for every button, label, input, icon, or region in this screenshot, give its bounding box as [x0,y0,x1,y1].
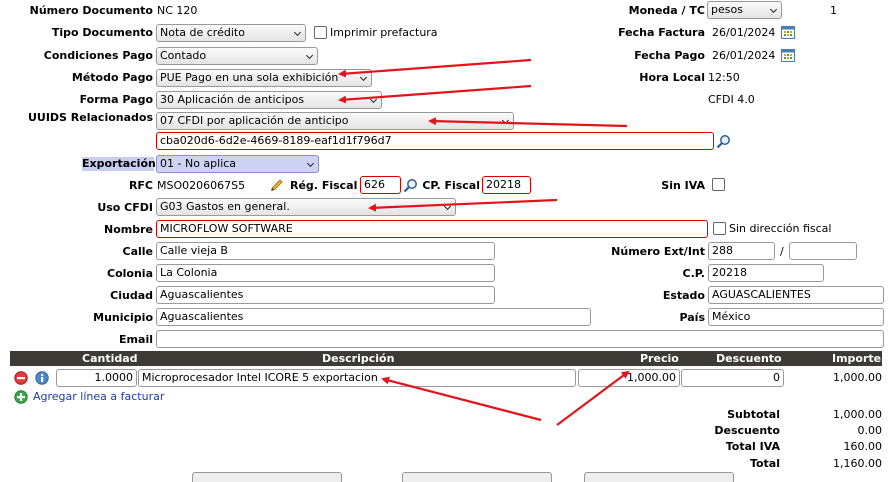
calendar-icon[interactable] [781,48,795,62]
metodo-pago-label: Método Pago [71,71,153,84]
add-line-link[interactable]: Agregar línea a facturar [33,390,164,404]
imprimir-prefactura-label: Imprimir prefactura [330,26,438,39]
cp-label: C.P. [682,267,705,280]
colonia-label: Colonia [107,267,153,280]
forma-pago-select[interactable]: 30 Aplicación de anticipos [156,91,382,109]
bottom-button-partial[interactable] [584,472,734,482]
column-header-precio: Precio [640,352,679,365]
total-value: 1,160.00 [833,457,882,470]
ciudad-label: Ciudad [110,289,153,302]
tipo-cambio-value: 1 [830,4,837,17]
numero-separator: / [780,245,784,258]
calle-input[interactable]: Calle vieja B [156,242,495,260]
sin-iva-checkbox[interactable] [712,178,725,191]
total-iva-value: 160.00 [843,440,883,453]
info-icon[interactable] [35,371,49,385]
uso-cfdi-label: Uso CFDI [97,201,153,214]
items-table-header: Cantidad Descripción Precio Descuento Im… [10,351,882,366]
rfc-value: MSO0206067S5 [157,179,246,192]
hora-local-label: Hora Local [639,71,705,84]
numero-documento-value: NC 120 [157,4,198,17]
numero-documento-label: Número Documento [29,4,153,17]
ciudad-input[interactable]: Aguascalientes [156,286,495,304]
fecha-pago-label: Fecha Pago [634,49,705,62]
exportacion-select[interactable]: 01 - No aplica [156,155,319,173]
remove-row-icon[interactable] [14,371,28,385]
magnifier-icon[interactable] [403,178,418,193]
moneda-select[interactable]: pesos [707,1,782,19]
email-input[interactable] [156,330,884,348]
uuids-relacionados-label: UUIDS Relacionados [27,111,153,124]
nombre-input[interactable]: MICROFLOW SOFTWARE [156,220,708,238]
total-label: Total [749,457,780,470]
cantidad-input[interactable]: 1.0000 [56,369,137,387]
magnifier-icon[interactable] [716,134,731,149]
metodo-pago-select[interactable]: PUE Pago en una sola exhibición [156,69,372,87]
tipo-documento-label: Tipo Documento [51,26,153,39]
column-header-cantidad: Cantidad [82,352,138,365]
moneda-label: Moneda / TC [628,4,705,17]
sin-direccion-label: Sin dirección fiscal [729,222,832,235]
column-header-descuento: Descuento [716,352,782,365]
exportacion-label: Exportación [82,157,156,171]
nombre-label: Nombre [104,223,153,236]
descripcion-input[interactable]: Microprocesador Intel ICORE 5 exportacio… [138,369,576,387]
imprimir-prefactura-checkbox[interactable] [314,26,327,39]
cp-fiscal-input[interactable]: 20218 [482,176,531,194]
fecha-pago-value: 26/01/2024 [712,49,776,62]
tipo-documento-select[interactable]: Nota de crédito [156,24,306,42]
importe-value: 1,000.00 [833,371,882,384]
uso-cfdi-select[interactable]: G03 Gastos en general. [156,198,456,216]
reg-fiscal-input[interactable]: 626 [360,176,401,194]
cp-input[interactable]: 20218 [708,264,824,282]
municipio-label: Municipio [93,311,153,324]
total-iva-label: Total IVA [725,440,780,453]
column-header-descripcion: Descripción [322,352,395,365]
email-label: Email [119,333,153,346]
pais-input[interactable]: México [708,308,884,326]
uuid-input[interactable]: cba020d6-6d2e-4669-8189-eaf1d1f796d7 [156,132,714,150]
forma-pago-label: Forma Pago [79,93,153,106]
table-row: 1.0000 Microprocesador Intel ICORE 5 exp… [0,368,891,388]
fecha-factura-value: 26/01/2024 [712,26,776,39]
pencil-icon[interactable] [269,177,285,193]
sin-direccion-checkbox[interactable] [713,222,726,235]
calendar-icon[interactable] [781,25,795,39]
cfdi-version: CFDI 4.0 [708,93,755,106]
colonia-input[interactable]: La Colonia [156,264,495,282]
bottom-button-partial[interactable] [192,472,342,482]
numero-ext-input[interactable]: 288 [708,242,775,260]
condiciones-pago-select[interactable]: Contado [156,47,318,65]
numero-int-input[interactable] [789,242,857,260]
subtotal-value: 1,000.00 [833,408,882,421]
fecha-factura-label: Fecha Factura [618,26,705,39]
subtotal-label: Subtotal [727,408,780,421]
sin-iva-label: Sin IVA [661,179,705,192]
descuento-total-value: 0.00 [857,424,883,437]
numero-ext-int-label: Número Ext/Int [611,245,705,258]
uuids-relacionados-select[interactable]: 07 CFDI por aplicación de anticipo [156,112,514,130]
add-line-icon[interactable] [14,390,28,404]
estado-label: Estado [662,289,705,302]
descuento-total-label: Descuento [714,424,780,437]
pais-label: País [679,311,705,324]
estado-input[interactable]: AGUASCALIENTES [708,286,884,304]
column-header-importe: Importe [832,352,882,365]
precio-input[interactable]: 1,000.00 [578,369,680,387]
condiciones-pago-label: Condiciones Pago [43,49,153,62]
municipio-input[interactable]: Aguascalientes [156,308,591,326]
bottom-button-partial[interactable] [402,472,552,482]
reg-fiscal-label: Rég. Fiscal [290,179,358,192]
cp-fiscal-label: CP. Fiscal [422,179,480,192]
rfc-label: RFC [128,179,153,192]
calle-label: Calle [122,245,154,258]
hora-local-value: 12:50 [708,71,740,84]
descuento-input[interactable]: 0 [681,369,784,387]
